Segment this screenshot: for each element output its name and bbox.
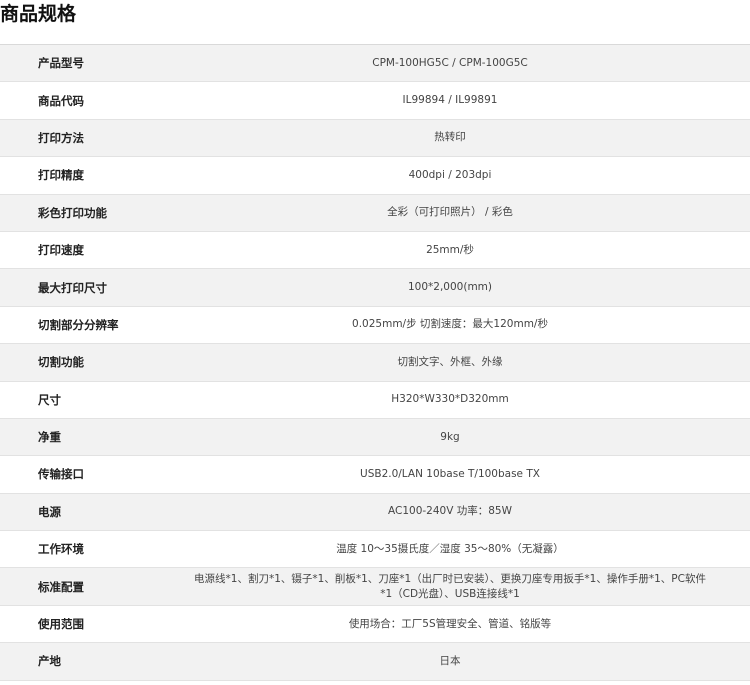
spec-row-dimensions: 尺寸 H320*W330*D320mm: [0, 381, 750, 419]
spec-value: 9kg: [190, 418, 750, 457]
spec-value: 全彩（可打印照片） / 彩色: [190, 194, 750, 232]
spec-label: 使用范围: [0, 605, 190, 644]
spec-row-standard-accessories: 标准配置 电源线*1、割刀*1、镊子*1、削板*1、刀座*1（出厂时已安装）、更…: [0, 567, 750, 606]
spec-label: 净重: [0, 418, 190, 457]
spec-row-color-print: 彩色打印功能 全彩（可打印照片） / 彩色: [0, 194, 750, 232]
spec-value: AC100-240V 功率：85W: [190, 493, 750, 532]
spec-value: IL99894 / IL99891: [190, 81, 750, 120]
spec-row-print-method: 打印方法 热转印: [0, 119, 750, 158]
spec-label: 打印精度: [0, 156, 190, 195]
spec-label: 传输接口: [0, 455, 190, 494]
spec-value: H320*W330*D320mm: [190, 381, 750, 419]
spec-label: 标准配置: [0, 567, 190, 606]
spec-value: 温度 10～35摄氏度／湿度 35～80%（无凝露）: [190, 530, 750, 569]
spec-label: 最大打印尺寸: [0, 268, 190, 307]
spec-row-power: 电源 AC100-240V 功率：85W: [0, 493, 750, 532]
spec-value: 100*2,000(mm): [190, 268, 750, 307]
spec-label: 尺寸: [0, 381, 190, 419]
spec-value: 0.025mm/步 切割速度：最大120mm/秒: [190, 306, 750, 345]
spec-label: 打印方法: [0, 119, 190, 158]
spec-row-product-code: 商品代码 IL99894 / IL99891: [0, 81, 750, 120]
spec-label: 电源: [0, 493, 190, 532]
spec-row-origin: 产地 日本: [0, 642, 750, 681]
spec-label: 切割部分分辨率: [0, 306, 190, 345]
spec-label: 工作环境: [0, 530, 190, 569]
spec-value: 25mm/秒: [190, 231, 750, 270]
spec-row-cut-function: 切割功能 切割文字、外框、外缘: [0, 343, 750, 382]
spec-label: 商品代码: [0, 81, 190, 120]
spec-label: 切割功能: [0, 343, 190, 382]
page: 商品规格 产品型号 CPM-100HG5C / CPM-100G5C 商品代码 …: [0, 0, 750, 685]
spec-value: 切割文字、外框、外缘: [190, 343, 750, 382]
spec-table: 产品型号 CPM-100HG5C / CPM-100G5C 商品代码 IL998…: [0, 44, 750, 681]
spec-value: 日本: [190, 642, 750, 681]
spec-row-interface: 传输接口 USB2.0/LAN 10base T/100base TX: [0, 455, 750, 494]
spec-label: 打印速度: [0, 231, 190, 270]
spec-value: 电源线*1、割刀*1、镊子*1、削板*1、刀座*1（出厂时已安装）、更换刀座专用…: [190, 567, 750, 606]
spec-row-print-speed: 打印速度 25mm/秒: [0, 231, 750, 270]
spec-row-net-weight: 净重 9kg: [0, 418, 750, 457]
spec-row-max-print-size: 最大打印尺寸 100*2,000(mm): [0, 268, 750, 307]
spec-value: USB2.0/LAN 10base T/100base TX: [190, 455, 750, 494]
spec-label: 彩色打印功能: [0, 194, 190, 232]
spec-label: 产品型号: [0, 44, 190, 83]
page-title: 商品规格: [0, 3, 77, 25]
spec-row-environment: 工作环境 温度 10～35摄氏度／湿度 35～80%（无凝露）: [0, 530, 750, 569]
spec-value: 400dpi / 203dpi: [190, 156, 750, 195]
spec-value: 使用场合：工厂5S管理安全、管道、铭版等: [190, 605, 750, 644]
spec-row-usage: 使用范围 使用场合：工厂5S管理安全、管道、铭版等: [0, 605, 750, 644]
spec-value: CPM-100HG5C / CPM-100G5C: [190, 44, 750, 83]
spec-row-cut-resolution: 切割部分分辨率 0.025mm/步 切割速度：最大120mm/秒: [0, 306, 750, 345]
spec-row-model: 产品型号 CPM-100HG5C / CPM-100G5C: [0, 44, 750, 83]
spec-value: 热转印: [190, 119, 750, 158]
spec-label: 产地: [0, 642, 190, 681]
spec-row-print-resolution: 打印精度 400dpi / 203dpi: [0, 156, 750, 195]
